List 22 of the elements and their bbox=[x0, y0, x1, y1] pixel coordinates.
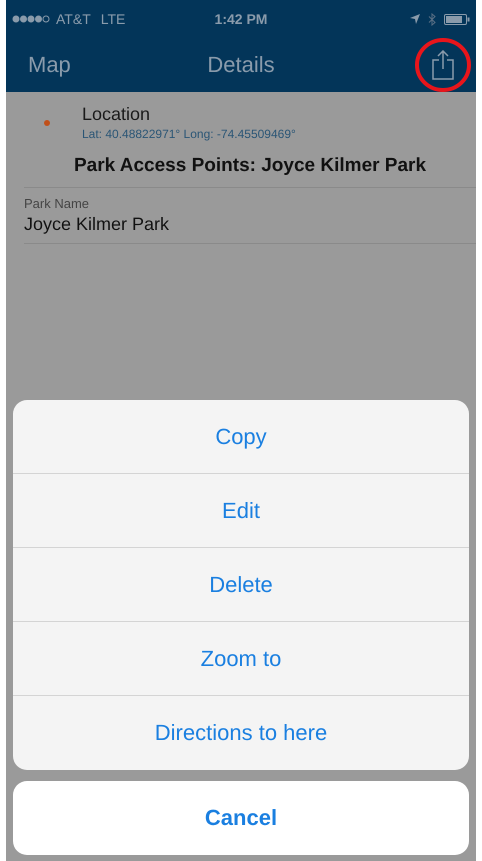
battery-icon bbox=[444, 14, 470, 24]
network-type: LTE bbox=[100, 11, 126, 27]
highlight-circle-drawing bbox=[414, 37, 472, 93]
back-button[interactable]: Map bbox=[28, 52, 71, 78]
action-option[interactable]: Copy bbox=[13, 400, 469, 474]
screen-title: Details bbox=[207, 52, 275, 78]
bluetooth-icon bbox=[428, 12, 436, 26]
field-label: Park Name bbox=[24, 196, 90, 211]
action-option[interactable]: Delete bbox=[13, 548, 469, 622]
action-option[interactable]: Zoom to bbox=[13, 622, 469, 696]
action-option[interactable]: Edit bbox=[13, 474, 469, 548]
location-label: Location bbox=[82, 104, 152, 125]
action-option[interactable]: Directions to here bbox=[13, 696, 469, 770]
signal-icon bbox=[12, 15, 52, 23]
share-icon[interactable] bbox=[432, 50, 454, 80]
field-value: Joyce Kilmer Park bbox=[24, 214, 170, 235]
location-arrow-icon bbox=[410, 14, 420, 24]
record-heading: Park Access Points: Joyce Kilmer Park bbox=[24, 141, 476, 188]
status-time: 1:42 PM bbox=[214, 11, 268, 27]
cancel-button[interactable]: Cancel bbox=[13, 781, 469, 855]
carrier-name: AT&T bbox=[56, 11, 91, 27]
coordinates-text: Lat: 40.48822971° Long: -74.45509469° bbox=[82, 127, 296, 141]
